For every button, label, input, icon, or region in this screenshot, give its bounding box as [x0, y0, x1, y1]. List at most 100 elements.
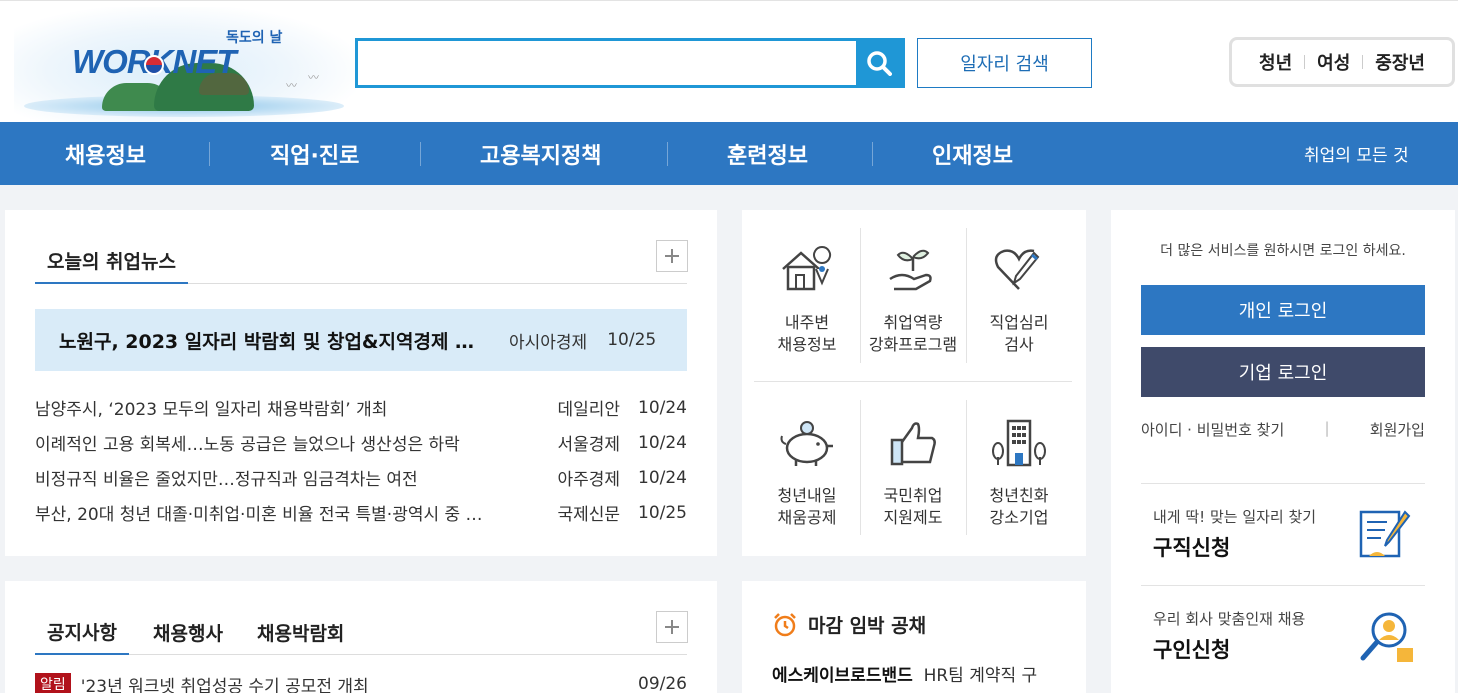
building-icon: [989, 413, 1049, 473]
notice-date: 09/26: [638, 674, 687, 693]
news-item-title: 이례적인 고용 회복세…노동 공급은 늘었으나 생산성은 하락: [35, 435, 460, 455]
news-item-source: 아주경제: [557, 470, 620, 490]
divider: [754, 381, 1072, 382]
nav-divider: [872, 142, 873, 166]
headline-title: 노원구, 2023 일자리 박람회 및 창업&지역경제 …: [59, 330, 475, 353]
deadline-panel: 마감 임박 공채 에스케이브로드밴드 HR팀 계약직 구: [742, 581, 1086, 693]
headline-news[interactable]: 노원구, 2023 일자리 박람회 및 창업&지역경제 … 아시아경제 10/2…: [35, 309, 687, 371]
login-message: 더 많은 서비스를 원하시면 로그인 하세요.: [1160, 243, 1406, 259]
header: WORKNET 독도의 날 〰 〰 일자리 검색 청년 여성 중장년: [0, 0, 1458, 123]
news-item-title: 비정규직 비율은 줄었지만…정규직과 임금격차는 여전: [35, 470, 418, 490]
tab-youth[interactable]: 청년: [1247, 49, 1304, 75]
news-more-button[interactable]: [656, 240, 688, 272]
job-seeker-apply-banner[interactable]: 내게 딱! 맞는 일자리 찾기 구직신청: [1141, 484, 1425, 584]
notice-title: '23년 워크넷 취업성공 수기 공모전 개최: [80, 676, 369, 693]
nav-item-career[interactable]: 직업·진로: [270, 122, 359, 185]
quick-services-panel: 내주변 채용정보 취업역량 강화프로그램 직업심리 검사 청년내일 채움공제 국…: [742, 210, 1086, 556]
promo-subtitle: 내게 딱! 맞는 일자리 찾기: [1153, 508, 1317, 526]
promo-title: 구인신청: [1153, 638, 1231, 662]
promo-subtitle: 우리 회사 맞춤인재 채용: [1153, 610, 1306, 628]
resume-pencil-icon: [1355, 506, 1417, 568]
deadline-job-item[interactable]: 에스케이브로드밴드 HR팀 계약직 구: [772, 661, 1072, 686]
news-item-date: 10/24: [638, 397, 687, 418]
tab-hiring-events[interactable]: 채용행사: [153, 609, 223, 655]
service-psych-test[interactable]: 직업심리 검사: [966, 220, 1072, 356]
job-search-button[interactable]: 일자리 검색: [917, 38, 1092, 88]
news-item[interactable]: 부산, 20대 청년 대졸·미취업·미혼 비율 전국 특별·광역시 중 … 국제…: [35, 495, 687, 530]
alarm-clock-icon: [774, 612, 796, 636]
deadline-title: 마감 임박 공채: [808, 615, 927, 637]
service-label: 국민취업 지원제도: [883, 486, 943, 527]
service-label: 직업심리 검사: [989, 313, 1049, 354]
sprout-hand-icon: [883, 240, 943, 300]
thumbs-up-icon: [883, 413, 943, 473]
plus-icon: [665, 249, 679, 263]
news-item-date: 10/25: [638, 502, 687, 523]
news-item[interactable]: 남양주시, ‘2023 모두의 일자리 채용박람회’ 개최 데일리안 10/24: [35, 390, 687, 425]
nav-divider: [667, 142, 668, 166]
piggy-bank-icon: [777, 413, 837, 473]
search-button[interactable]: [856, 41, 902, 85]
notice-badge: 알림: [35, 673, 71, 693]
heart-pencil-icon: [989, 240, 1049, 300]
nav-all-menu[interactable]: 취업의 모든 것: [1304, 122, 1409, 185]
notice-more-button[interactable]: [656, 611, 688, 643]
service-label: 청년내일 채움공제: [777, 486, 837, 527]
tab-women[interactable]: 여성: [1305, 49, 1362, 75]
tab-notice[interactable]: 공지사항: [35, 609, 129, 655]
notice-tabs: 공지사항 채용행사 채용박람회: [35, 609, 687, 655]
service-job-competency[interactable]: 취업역량 강화프로그램: [860, 220, 966, 356]
employer-apply-banner[interactable]: 우리 회사 맞춤인재 채용 구인신청: [1141, 586, 1425, 686]
news-item-source: 서울경제: [557, 435, 620, 455]
promo-title: 구직신청: [1153, 536, 1231, 560]
news-item[interactable]: 이례적인 고용 회복세…노동 공급은 늘었으나 생산성은 하락 서울경제 10/…: [35, 425, 687, 460]
news-item-date: 10/24: [638, 432, 687, 453]
nav-item-talent[interactable]: 인재정보: [932, 122, 1013, 185]
worknet-logo[interactable]: WORKNET 독도의 날 〰 〰: [14, 7, 356, 123]
news-tab-row: 오늘의 취업뉴스: [35, 238, 687, 284]
plus-icon: [665, 620, 679, 634]
notice-item[interactable]: 알림 '23년 워크넷 취업성공 수기 공모전 개최 09/26: [35, 672, 687, 693]
taegukgi-icon: [144, 55, 164, 75]
news-list: 남양주시, ‘2023 모두의 일자리 채용박람회’ 개최 데일리안 10/24…: [35, 390, 687, 530]
login-links: 아이디 · 비밀번호 찾기 | 회원가입: [1141, 419, 1425, 440]
target-group-tabs: 청년 여성 중장년: [1229, 37, 1455, 87]
nav-divider: [420, 142, 421, 166]
main-navigation: 채용정보 직업·진로 고용복지정책 훈련정보 인재정보 취업의 모든 것: [0, 122, 1458, 185]
nav-item-training[interactable]: 훈련정보: [727, 122, 808, 185]
news-item[interactable]: 비정규직 비율은 줄었지만…정규직과 임금격차는 여전 아주경제 10/24: [35, 460, 687, 495]
news-item-title: 남양주시, ‘2023 모두의 일자리 채용박람회’ 개최: [35, 400, 388, 420]
service-youth-friendly-company[interactable]: 청년친화 강소기업: [966, 393, 1072, 529]
service-national-employment[interactable]: 국민취업 지원제도: [860, 393, 966, 529]
search-input[interactable]: [358, 41, 856, 85]
news-item-source: 국제신문: [557, 505, 620, 525]
logo-subtitle: 독도의 날: [226, 30, 283, 46]
divider: |: [1324, 419, 1330, 437]
service-label: 청년친화 강소기업: [989, 486, 1049, 527]
news-title[interactable]: 오늘의 취업뉴스: [35, 238, 188, 284]
news-item-title: 부산, 20대 청년 대졸·미취업·미혼 비율 전국 특별·광역시 중 …: [35, 505, 483, 525]
bird-icon: 〰: [286, 79, 297, 92]
service-nearby-jobs[interactable]: 내주변 채용정보: [754, 220, 860, 356]
search-icon: [867, 51, 892, 76]
news-panel: 오늘의 취업뉴스 노원구, 2023 일자리 박람회 및 창업&지역경제 … 아…: [5, 210, 717, 556]
tab-middle-aged[interactable]: 중장년: [1363, 49, 1437, 75]
join-link[interactable]: 회원가입: [1370, 419, 1425, 440]
bird-icon: 〰: [308, 71, 319, 84]
company-login-button[interactable]: 기업 로그인: [1141, 347, 1425, 397]
find-id-password-link[interactable]: 아이디 · 비밀번호 찾기: [1141, 419, 1284, 440]
news-item-date: 10/24: [638, 467, 687, 488]
nav-item-recruitment[interactable]: 채용정보: [65, 122, 146, 185]
service-youth-savings[interactable]: 청년내일 채움공제: [754, 393, 860, 529]
nav-divider: [209, 142, 210, 166]
notice-panel: 공지사항 채용행사 채용박람회 알림 '23년 워크넷 취업성공 수기 공모전 …: [5, 581, 717, 693]
deadline-job-title: HR팀 계약직 구: [923, 666, 1038, 686]
login-panel: 더 많은 서비스를 원하시면 로그인 하세요. 개인 로그인 기업 로그인 아이…: [1111, 210, 1455, 693]
service-label: 내주변 채용정보: [777, 313, 837, 354]
tab-job-fair[interactable]: 채용박람회: [257, 609, 344, 655]
nav-item-welfare-policy[interactable]: 고용복지정책: [480, 122, 601, 185]
house-location-icon: [777, 240, 837, 300]
personal-login-button[interactable]: 개인 로그인: [1141, 285, 1425, 335]
headline-source: 아시아경제: [509, 332, 588, 353]
deadline-header: 마감 임박 공채: [772, 611, 926, 638]
